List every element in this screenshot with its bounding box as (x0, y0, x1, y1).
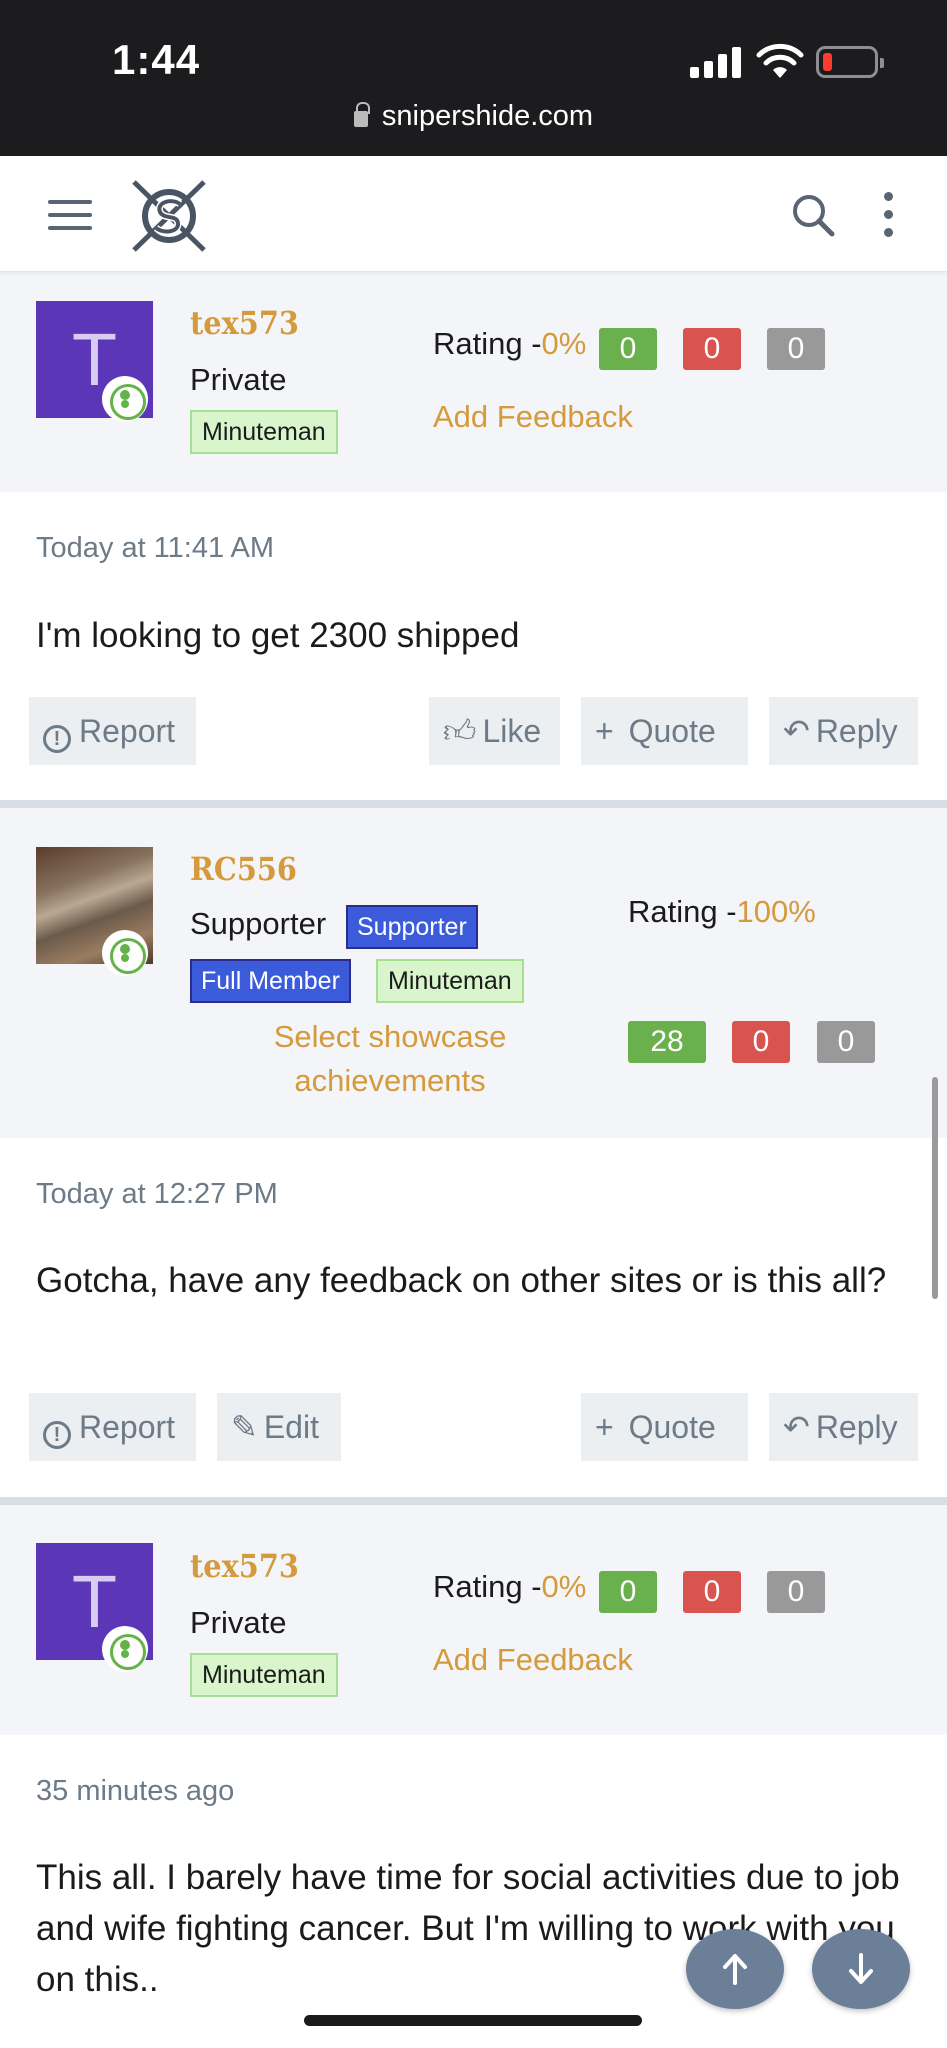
like-button[interactable]: 👍︎ Like (429, 697, 560, 765)
rating-label: Rating - (628, 894, 737, 929)
neutral-count: 0 (767, 1571, 825, 1613)
post-timestamp[interactable]: Today at 12:27 PM (36, 1178, 278, 1211)
more-vertical-icon[interactable] (880, 192, 896, 238)
badge-supporter: Supporter (346, 905, 478, 949)
post-timestamp[interactable]: Today at 11:41 AM (36, 532, 274, 565)
rating-percent: 0% (541, 1569, 587, 1604)
username[interactable]: tex573 (190, 1547, 299, 1585)
battery-icon (816, 46, 884, 78)
reply-label: Reply (815, 1409, 898, 1445)
report-button[interactable]: ! Report (29, 697, 196, 765)
neutral-count: 0 (767, 328, 825, 370)
reply-label: Reply (815, 713, 898, 749)
add-feedback-link[interactable]: Add Feedback (433, 1642, 633, 1678)
user-title: Private (190, 1605, 287, 1640)
add-feedback-link[interactable]: Add Feedback (433, 399, 633, 435)
scroll-bottom-button[interactable] (812, 1929, 910, 2009)
neutral-count: 0 (817, 1021, 875, 1063)
post-user-header: RC556 Supporter Supporter Full Member Mi… (0, 808, 947, 1138)
plus-icon: + (595, 713, 623, 749)
report-label: Report (79, 713, 176, 749)
rating: Rating -100% (628, 894, 816, 930)
rating-label: Rating - (433, 326, 542, 361)
like-label: Like (482, 713, 542, 749)
rating-label: Rating - (433, 1569, 542, 1604)
rating-percent: 0% (541, 326, 587, 361)
status-bar: 1:44 snipershide.com (0, 0, 947, 156)
username[interactable]: tex573 (190, 304, 299, 342)
scrollbar[interactable] (932, 1077, 938, 1299)
post-divider (0, 1497, 947, 1505)
online-status-icon (102, 1626, 148, 1672)
reply-button[interactable]: ↶ Reply (769, 1393, 918, 1461)
quote-button[interactable]: + Quote (581, 697, 748, 765)
post-message: I'm looking to get 2300 shipped (36, 616, 520, 655)
positive-count: 0 (599, 1571, 657, 1613)
clock: 1:44 (112, 36, 201, 83)
positive-count: 28 (628, 1021, 706, 1063)
search-icon[interactable] (790, 192, 836, 238)
thumbs-up-icon: 👍︎ (443, 713, 477, 749)
arrow-down-icon (849, 1953, 873, 1984)
rating: Rating -0% (433, 326, 586, 362)
negative-count: 0 (683, 328, 741, 370)
positive-count: 0 (599, 328, 657, 370)
negative-count: 0 (683, 1571, 741, 1613)
rating: Rating -0% (433, 1569, 586, 1605)
pencil-icon: ✎ (231, 1409, 258, 1445)
arrow-up-icon (723, 1954, 747, 1985)
post-user-header: T tex573 Private Minuteman Rating -0% 0 … (0, 272, 947, 492)
reply-button[interactable]: ↶ Reply (769, 697, 918, 765)
online-status-icon (102, 376, 148, 422)
alert-circle-icon: ! (43, 725, 71, 753)
report-label: Report (79, 1409, 176, 1445)
plus-icon: + (595, 1409, 623, 1445)
badge-full-member: Full Member (190, 959, 351, 1003)
site-navbar (0, 156, 947, 272)
url-bar[interactable]: snipershide.com (0, 100, 947, 133)
home-indicator (304, 2015, 642, 2026)
quote-label: Quote (628, 713, 716, 749)
post-divider (0, 800, 947, 808)
scroll-top-button[interactable] (686, 1929, 784, 2009)
quote-label: Quote (628, 1409, 716, 1445)
user-title: Private (190, 362, 287, 397)
signal-icon (690, 46, 742, 78)
wifi-icon (756, 43, 804, 78)
select-showcase-link[interactable]: Select showcase achievements (245, 1015, 535, 1103)
post-user-header: T tex573 Private Minuteman Rating -0% 0 … (0, 1505, 947, 1735)
post-message: Gotcha, have any feedback on other sites… (36, 1261, 887, 1300)
badge-minuteman: Minuteman (190, 410, 338, 454)
reply-icon: ↶ (783, 713, 810, 749)
user-title: Supporter (190, 906, 327, 941)
hamburger-icon[interactable] (48, 200, 92, 230)
post-message: This all. I barely have time for social … (36, 1858, 900, 1999)
url-text: snipershide.com (381, 100, 594, 132)
post-timestamp[interactable]: 35 minutes ago (36, 1775, 234, 1808)
quote-button[interactable]: + Quote (581, 1393, 748, 1461)
online-status-icon (102, 930, 148, 976)
username[interactable]: RC556 (190, 850, 297, 888)
badge-minuteman: Minuteman (190, 1653, 338, 1697)
report-button[interactable]: ! Report (29, 1393, 196, 1461)
reply-icon: ↶ (783, 1409, 810, 1445)
edit-button[interactable]: ✎ Edit (217, 1393, 341, 1461)
lock-icon (353, 102, 370, 127)
badge-minuteman: Minuteman (376, 959, 524, 1003)
alert-circle-icon: ! (43, 1421, 71, 1449)
site-logo[interactable] (128, 176, 210, 256)
negative-count: 0 (732, 1021, 790, 1063)
rating-percent: 100% (736, 894, 816, 929)
edit-label: Edit (263, 1409, 319, 1445)
